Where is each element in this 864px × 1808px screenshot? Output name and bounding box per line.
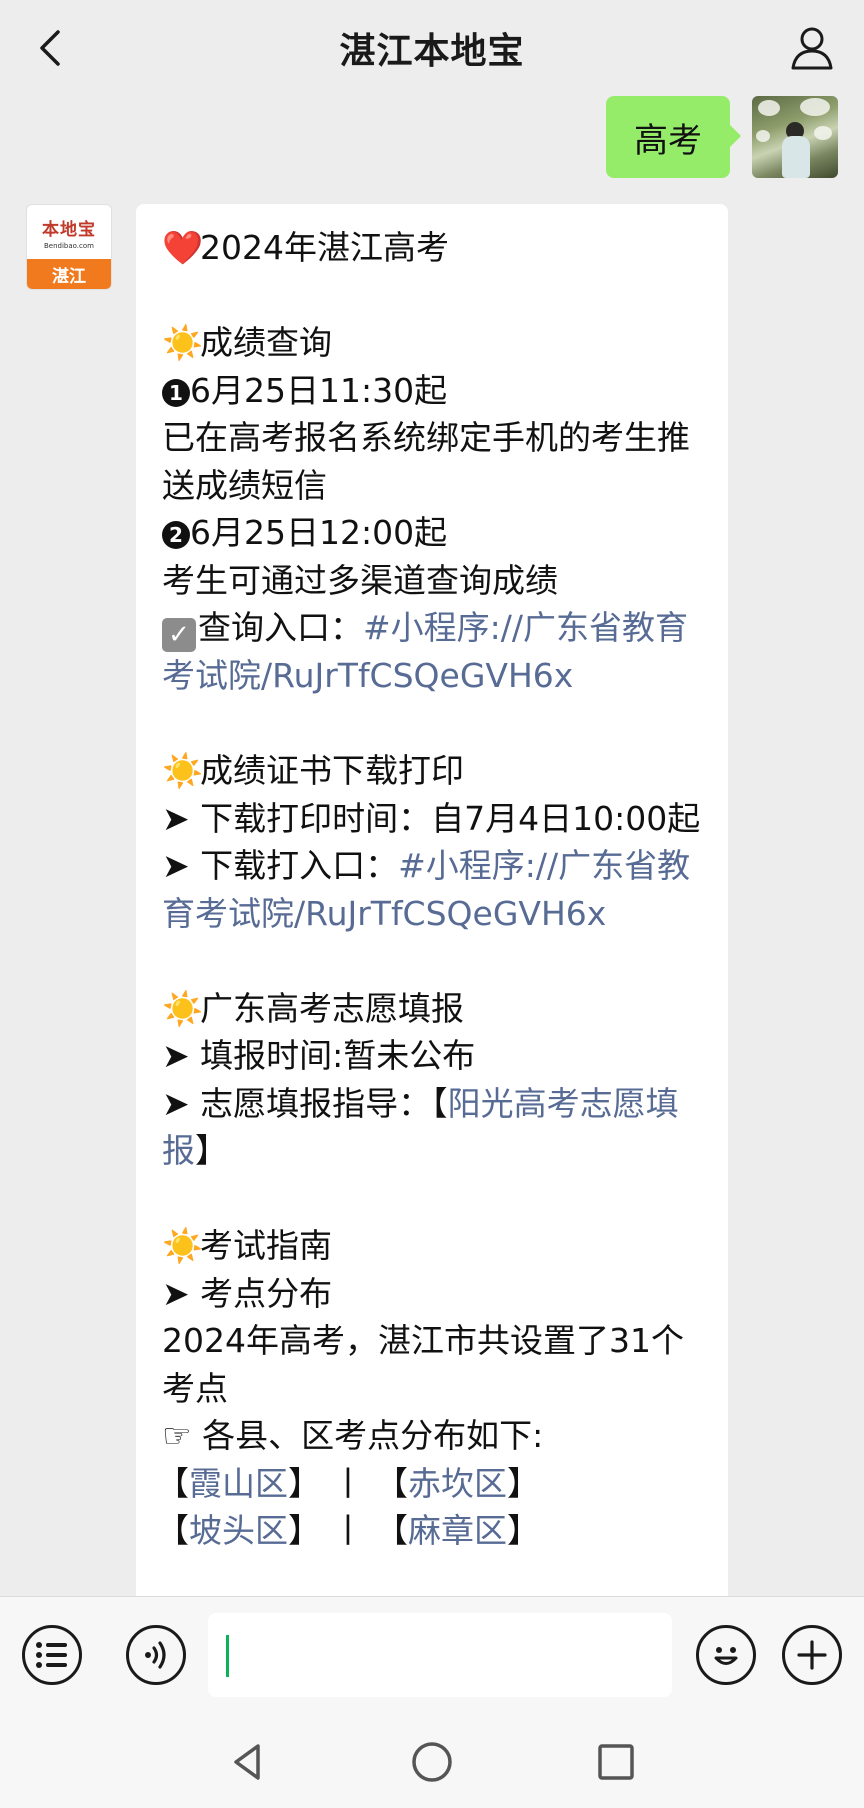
bot-avatar[interactable]: 本地宝 Bendibao.com 湛江 bbox=[26, 204, 112, 290]
plus-icon bbox=[797, 1640, 827, 1670]
section-heading: ☀️广东高考志愿填报 bbox=[162, 985, 704, 1033]
exam-sites-desc: 2024年高考，湛江市共设置了31个考点 bbox=[162, 1321, 684, 1408]
district-intro: ☞ 各县、区考点分布如下: bbox=[162, 1416, 544, 1455]
outgoing-message-row: 高考 bbox=[606, 96, 838, 178]
checkmark-icon: ✓ bbox=[162, 618, 196, 652]
score-item-1: 1 6月25日11:30起 bbox=[162, 367, 704, 415]
number-1-icon: 1 bbox=[162, 378, 190, 407]
message-title-line: ❤️2024年湛江高考 bbox=[162, 224, 704, 272]
application-time: ➤ 填报时间:暂未公布 bbox=[162, 1036, 476, 1075]
download-entry: ➤ 下载打入口：#小程序://广东省教育考试院/RuJrTfCSQeGVH6x bbox=[162, 846, 691, 933]
section-heading: ☀️成绩查询 bbox=[162, 319, 704, 367]
download-time: ➤ 下载打印时间：自7月4日10:00起 bbox=[162, 798, 701, 838]
sun-icon: ☀️ bbox=[162, 1226, 204, 1265]
exam-sites-sub: ➤ 考点分布 bbox=[162, 1273, 333, 1313]
nav-back-button[interactable] bbox=[224, 1738, 272, 1786]
person-icon bbox=[791, 27, 833, 70]
voice-button[interactable] bbox=[126, 1625, 186, 1685]
bot-logo-url: Bendibao.com bbox=[43, 241, 94, 250]
arrow-icon: ➤ bbox=[162, 1083, 201, 1123]
user-avatar[interactable] bbox=[752, 96, 838, 178]
outgoing-message-bubble[interactable]: 高考 bbox=[606, 96, 741, 178]
district-row: 【坡头区】 丨 【麻章区】 bbox=[156, 1511, 540, 1550]
sun-icon: ☀️ bbox=[162, 323, 204, 362]
nav-home-button[interactable] bbox=[408, 1738, 456, 1786]
heart-icon: ❤️ bbox=[162, 228, 204, 267]
list-menu-icon bbox=[36, 1642, 67, 1668]
arrow-icon: ➤ bbox=[162, 1036, 201, 1075]
nav-home-icon bbox=[412, 1742, 452, 1782]
section-heading: ☀️成绩证书下载打印 bbox=[162, 747, 704, 795]
profile-button[interactable] bbox=[786, 22, 838, 74]
chat-title: 湛江本地宝 bbox=[339, 31, 525, 72]
sun-icon: ☀️ bbox=[162, 988, 204, 1028]
district-link[interactable]: 赤坎区 bbox=[408, 1464, 507, 1503]
arrow-icon: ➤ bbox=[162, 798, 201, 838]
message-title: 2024年湛江高考 bbox=[200, 228, 449, 267]
sun-icon: ☀️ bbox=[162, 751, 204, 790]
chat-header: 湛江本地宝 bbox=[0, 0, 864, 96]
district-link[interactable]: 坡头区 bbox=[189, 1511, 288, 1550]
district-link[interactable]: 麻章区 bbox=[408, 1511, 507, 1550]
nav-recents-icon bbox=[598, 1744, 634, 1780]
score-entry: ✓ 查询入口：#小程序://广东省教育考试院/RuJrTfCSQeGVH6x bbox=[162, 608, 689, 695]
bot-city-label: 湛江 bbox=[27, 259, 111, 289]
district-link[interactable]: 霞山区 bbox=[189, 1464, 288, 1503]
chevron-left-icon bbox=[40, 30, 60, 66]
message-input[interactable] bbox=[208, 1613, 672, 1697]
arrow-icon: ➤ bbox=[162, 1273, 201, 1313]
nav-recents-button[interactable] bbox=[592, 1738, 640, 1786]
voice-icon bbox=[145, 1641, 166, 1669]
incoming-message-bubble[interactable]: ❤️2024年湛江高考 ☀️成绩查询 1 6月25日11:30起 已在高考报名系统… bbox=[136, 204, 728, 1596]
back-button[interactable] bbox=[26, 24, 74, 72]
input-bar bbox=[0, 1596, 864, 1716]
plus-button[interactable] bbox=[782, 1625, 842, 1685]
text-cursor bbox=[226, 1635, 229, 1677]
arrow-icon: ➤ bbox=[162, 846, 201, 885]
emoji-button[interactable] bbox=[696, 1625, 756, 1685]
chat-area[interactable]: 高考 本地宝 Bendibao.com 湛江 ❤️2024年湛江高考 ☀️成绩查… bbox=[0, 96, 864, 1596]
nav-back-icon bbox=[234, 1744, 260, 1780]
menu-button[interactable] bbox=[22, 1625, 82, 1685]
score-item-2-desc: 考生可通过多渠道查询成绩 bbox=[162, 560, 558, 600]
emoji-icon bbox=[714, 1647, 738, 1665]
section-heading: ☀️考试指南 bbox=[162, 1222, 704, 1270]
incoming-message-row: 本地宝 Bendibao.com 湛江 ❤️2024年湛江高考 ☀️成绩查询 1… bbox=[26, 204, 728, 1596]
score-item-2: 2 6月25日12:00起 bbox=[162, 509, 704, 557]
system-nav-bar bbox=[0, 1716, 864, 1808]
score-item-1-desc: 已在高考报名系统绑定手机的考生推送成绩短信 bbox=[162, 418, 690, 505]
pointing-hand-icon: ☞ bbox=[162, 1416, 203, 1455]
application-guide: ➤ 志愿填报指导：【阳光高考志愿填报】 bbox=[162, 1083, 679, 1171]
number-2-icon: 2 bbox=[162, 521, 190, 549]
district-row: 【霞山区】 丨 【赤坎区】 bbox=[156, 1463, 540, 1503]
bot-logo-text: 本地宝 bbox=[42, 219, 96, 240]
